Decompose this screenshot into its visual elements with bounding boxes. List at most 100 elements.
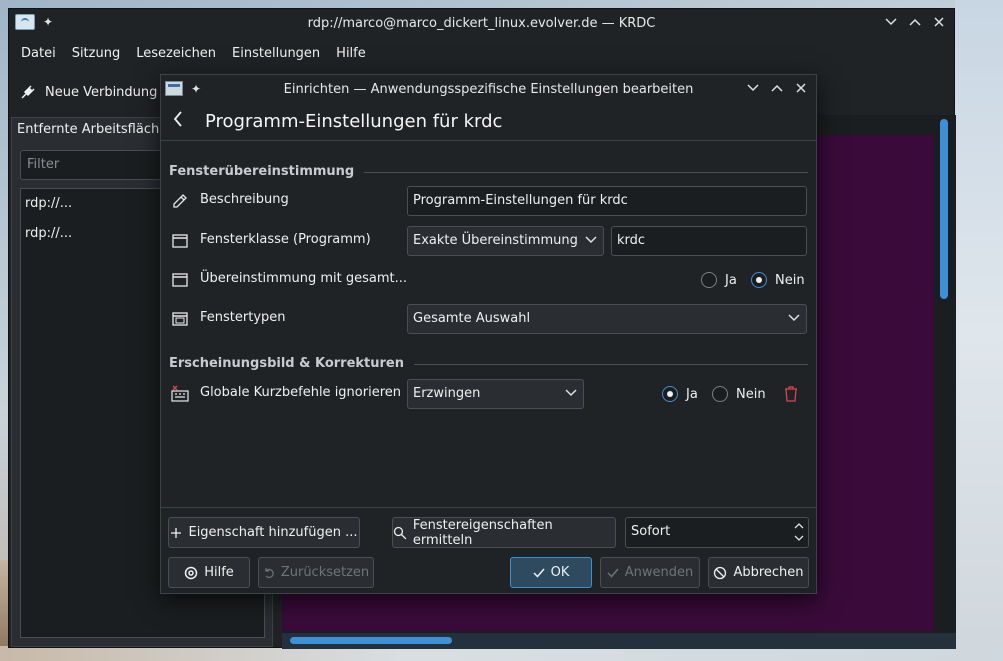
chevron-up-icon: [794, 523, 804, 529]
ok-button[interactable]: OK: [510, 557, 592, 588]
horizontal-scrollbar[interactable]: [282, 633, 956, 649]
maximize-button[interactable]: [768, 79, 786, 97]
window-rules-dialog: ✦ Einrichten — Anwendungsspezifische Ein…: [160, 74, 817, 594]
radio-circle[interactable]: [712, 386, 728, 402]
pencil-icon: [171, 192, 189, 210]
policy-combo[interactable]: Erzwingen: [407, 379, 584, 409]
desktop-background: [955, 0, 1003, 661]
menu-sitzung[interactable]: Sitzung: [64, 46, 129, 61]
minimize-button[interactable]: [882, 13, 900, 31]
radio-yes[interactable]: Ja: [701, 272, 737, 288]
window-icon: [171, 232, 189, 250]
button-label: OK: [550, 565, 570, 580]
chevron-down-icon: [747, 84, 759, 92]
dialog-header: Programm-Einstellungen für krdc: [161, 103, 816, 141]
radio-yes[interactable]: Ja: [662, 386, 698, 402]
main-titlebar[interactable]: ✦ rdp://marco@marco_dickert_linux.evolve…: [9, 9, 954, 37]
chevron-up-icon: [909, 18, 921, 26]
window-class-field[interactable]: krdc: [611, 226, 807, 256]
rules-content: Fensterübereinstimmung Beschreibung Prog…: [161, 155, 818, 505]
close-button[interactable]: [792, 79, 810, 97]
scroll-thumb[interactable]: [940, 119, 948, 299]
chevron-down-icon: [585, 233, 597, 247]
radio-circle[interactable]: [662, 386, 678, 402]
window-icon: [171, 271, 189, 289]
reset-button[interactable]: Zurücksetzen: [258, 557, 374, 588]
new-connection-button[interactable]: Neue Verbindung: [19, 83, 157, 101]
menu-hilfe[interactable]: Hilfe: [328, 46, 374, 61]
help-button[interactable]: Hilfe: [168, 557, 250, 588]
combo-value: Erzwingen: [413, 386, 481, 401]
apply-button[interactable]: Anwenden: [600, 557, 700, 588]
radio-label: Nein: [775, 272, 805, 288]
combo-value: Gesamte Auswahl: [413, 311, 531, 326]
help-icon: [184, 566, 198, 579]
minimize-button[interactable]: [744, 79, 762, 97]
delay-spinbox[interactable]: Sofort: [625, 517, 809, 548]
row-label: Fensterklasse (Programm): [200, 232, 371, 247]
detect-properties-button[interactable]: Fenstereigenschaften ermitteln: [392, 517, 616, 548]
dialog-footer: Eigenschaft hinzufügen ... Fenstereigens…: [161, 507, 816, 593]
add-property-button[interactable]: Eigenschaft hinzufügen ...: [168, 517, 360, 548]
back-button[interactable]: [173, 111, 191, 132]
new-connection-label: Neue Verbindung: [45, 84, 158, 100]
maximize-button[interactable]: [906, 13, 924, 31]
vertical-scrollbar[interactable]: [937, 117, 951, 631]
scroll-thumb[interactable]: [290, 637, 452, 644]
row-label: Übereinstimmung mit gesamt...: [200, 271, 407, 286]
chevron-up-icon: [771, 84, 783, 92]
close-button[interactable]: [930, 13, 948, 31]
close-icon: [796, 83, 806, 93]
radio-no[interactable]: Nein: [751, 272, 805, 288]
cancel-button[interactable]: Abbrechen: [708, 557, 809, 588]
page-title: Programm-Einstellungen für krdc: [205, 111, 503, 132]
trash-icon: [785, 386, 797, 402]
plug-icon: [21, 85, 35, 99]
chevron-down-icon: [788, 311, 800, 325]
keyboard-icon: [171, 385, 189, 403]
row-label: Beschreibung: [200, 192, 289, 207]
row-label: Globale Kurzbefehle ignorieren: [200, 385, 401, 400]
radio-no[interactable]: Nein: [712, 386, 766, 402]
button-label: Fenstereigenschaften ermitteln: [412, 517, 553, 548]
row-global-shortcuts: Globale Kurzbefehle ignorieren Erzwingen…: [161, 378, 818, 410]
chevron-down-icon: [565, 386, 577, 400]
button-label: Eigenschaft hinzufügen ...: [188, 525, 358, 540]
row-description: Beschreibung Programm-Einstellungen für …: [161, 185, 818, 217]
menu-datei[interactable]: Datei: [13, 46, 64, 61]
button-label: Hilfe: [204, 565, 234, 580]
check-icon: [533, 568, 545, 578]
plus-icon: [171, 527, 182, 538]
cancel-icon: [714, 566, 727, 579]
spin-value: Sofort: [631, 524, 671, 539]
undo-icon: [265, 567, 274, 578]
section-window-matching: Fensterübereinstimmung: [161, 158, 818, 184]
section-appearance: Erscheinungsbild & Korrekturen: [161, 350, 818, 376]
row-whole-class: Übereinstimmung mit gesamt... Ja Nein: [161, 264, 818, 296]
radio-circle[interactable]: [751, 272, 767, 288]
row-window-types: Fenstertypen Gesamte Auswahl: [161, 303, 818, 335]
dialog-title: Einrichten — Anwendungsspezifische Einst…: [283, 81, 694, 97]
window-types-combo[interactable]: Gesamte Auswahl: [407, 304, 807, 334]
menu-einstellungen[interactable]: Einstellungen: [224, 46, 328, 61]
window-types-icon: [171, 310, 189, 328]
radio-label: Ja: [725, 272, 737, 288]
spin-arrows[interactable]: [794, 520, 804, 544]
close-icon: [934, 17, 944, 27]
description-field[interactable]: Programm-Einstellungen für krdc: [407, 186, 807, 216]
section-title: Fensterübereinstimmung: [169, 164, 365, 179]
radio-circle[interactable]: [701, 272, 717, 288]
button-label: Abbrechen: [733, 565, 804, 580]
dialog-titlebar[interactable]: ✦ Einrichten — Anwendungsspezifische Ein…: [161, 75, 816, 103]
check-icon: [607, 568, 619, 578]
search-icon: [393, 526, 407, 539]
menu-lesezeichen[interactable]: Lesezeichen: [128, 46, 224, 61]
row-label: Fenstertypen: [200, 310, 286, 325]
chevron-down-icon: [794, 535, 804, 541]
chevron-down-icon: [885, 18, 897, 26]
delete-rule-button[interactable]: [783, 385, 799, 407]
menubar: Datei Sitzung Lesezeichen Einstellungen …: [9, 37, 954, 69]
match-type-combo[interactable]: Exakte Übereinstimmung: [407, 226, 604, 256]
row-window-class: Fensterklasse (Programm) Exakte Übereins…: [161, 225, 818, 257]
chevron-left-icon: [173, 111, 182, 127]
